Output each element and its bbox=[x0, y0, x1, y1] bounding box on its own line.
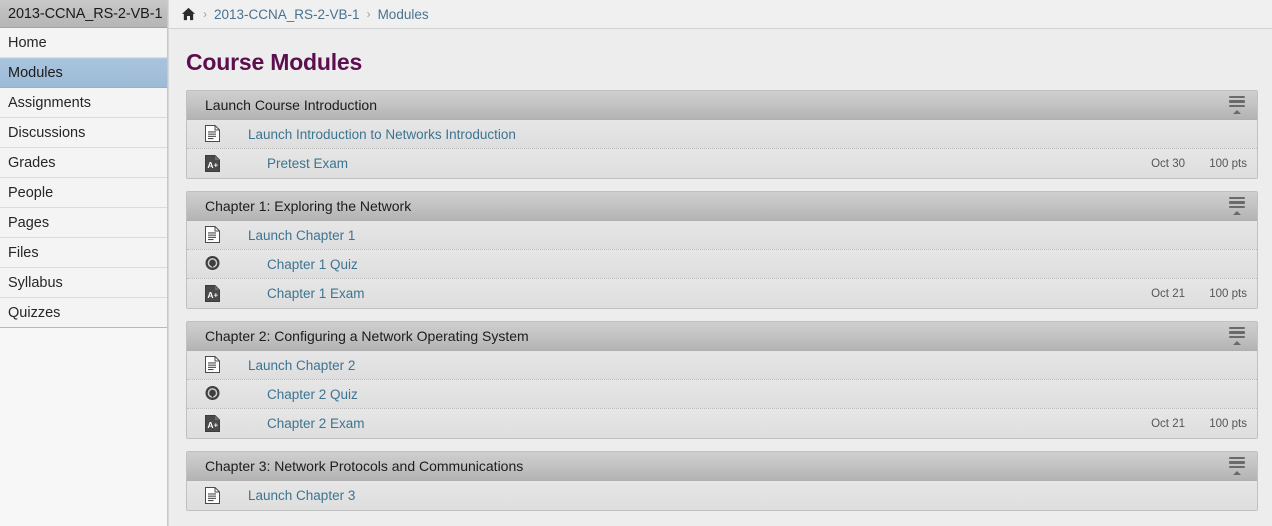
sidebar-item-modules[interactable]: Modules bbox=[0, 58, 167, 88]
sidebar-item-home[interactable]: Home bbox=[0, 28, 167, 58]
module-title: Chapter 2: Configuring a Network Operati… bbox=[205, 328, 529, 344]
sidebar-item-syllabus[interactable]: Syllabus bbox=[0, 268, 167, 298]
assignment-icon: A + bbox=[205, 414, 221, 433]
content-area: Course Modules Launch Course Introductio… bbox=[169, 29, 1272, 526]
module-item-points: 100 pts bbox=[1209, 287, 1247, 300]
module-item-points: 100 pts bbox=[1209, 417, 1247, 430]
module-item-points: 100 pts bbox=[1209, 157, 1247, 170]
svg-text:+: + bbox=[214, 160, 219, 169]
module-item[interactable]: A + Chapter 1 Exam Oct 21 100 pts bbox=[187, 279, 1257, 308]
collapse-module-icon[interactable] bbox=[1227, 95, 1247, 115]
module-item-link[interactable]: Launch Chapter 2 bbox=[248, 358, 355, 373]
module-item-link[interactable]: Chapter 2 Exam bbox=[267, 416, 365, 431]
sidebar-item-label: Discussions bbox=[8, 124, 86, 141]
svg-text:+: + bbox=[214, 420, 219, 429]
quiz-icon bbox=[205, 255, 221, 273]
module-title: Chapter 3: Network Protocols and Communi… bbox=[205, 458, 524, 474]
module-item[interactable]: Launch Chapter 1 bbox=[187, 221, 1257, 250]
course-modules-page: 2013-CCNA_RS-2-VB-1 Home Modules Assignmen… bbox=[0, 0, 1272, 526]
module-item-due-date: Oct 30 bbox=[1151, 157, 1185, 170]
svg-text:+: + bbox=[214, 290, 219, 299]
breadcrumb-separator-2: › bbox=[366, 7, 371, 21]
course-title: 2013-CCNA_RS-2-VB-1 bbox=[0, 0, 167, 28]
module-item-link[interactable]: Pretest Exam bbox=[267, 156, 348, 171]
module-header[interactable]: Chapter 3: Network Protocols and Communi… bbox=[187, 452, 1257, 481]
module-title: Launch Course Introduction bbox=[205, 97, 377, 113]
module-item-link[interactable]: Chapter 1 Exam bbox=[267, 286, 365, 301]
module-header[interactable]: Launch Course Introduction bbox=[187, 91, 1257, 120]
module: Launch Course Introduction Launch Introdu… bbox=[186, 90, 1258, 179]
collapse-module-icon[interactable] bbox=[1227, 456, 1247, 476]
page-icon bbox=[205, 486, 221, 505]
module-item-due-date: Oct 21 bbox=[1151, 287, 1185, 300]
sidebar-item-grades[interactable]: Grades bbox=[0, 148, 167, 178]
main-content: › 2013-CCNA_RS-2-VB-1 › Modules Course M… bbox=[168, 0, 1272, 526]
module-item-link[interactable]: Launch Introduction to Networks Introduc… bbox=[248, 127, 516, 142]
sidebar-item-label: People bbox=[8, 184, 54, 201]
module-item-link[interactable]: Launch Chapter 1 bbox=[248, 228, 355, 243]
sidebar-item-people[interactable]: People bbox=[0, 178, 167, 208]
sidebar-item-assignments[interactable]: Assignments bbox=[0, 88, 167, 118]
sidebar-item-label: Grades bbox=[8, 154, 56, 171]
sidebar-item-label: Pages bbox=[8, 214, 50, 231]
sidebar-item-pages[interactable]: Pages bbox=[0, 208, 167, 238]
module-items: Launch Chapter 1 Chapter 1 Quiz A + Chapter … bbox=[187, 221, 1257, 308]
page-title: Course Modules bbox=[186, 49, 363, 75]
module-items: Launch Chapter 3 bbox=[187, 481, 1257, 510]
module-item[interactable]: A + Chapter 2 Exam Oct 21 100 pts bbox=[187, 409, 1257, 438]
module-items: Launch Introduction to Networks Introduc… bbox=[187, 120, 1257, 178]
assignment-icon: A + bbox=[205, 284, 221, 303]
breadcrumb: › 2013-CCNA_RS-2-VB-1 › Modules bbox=[169, 0, 1272, 29]
module-item-link[interactable]: Chapter 2 Quiz bbox=[267, 387, 358, 402]
module-item-link[interactable]: Chapter 1 Quiz bbox=[267, 257, 358, 272]
module: Chapter 1: Exploring the Network Launch C… bbox=[186, 191, 1258, 309]
breadcrumb-item-modules[interactable]: Modules bbox=[378, 7, 429, 22]
module: Chapter 3: Network Protocols and Communi… bbox=[186, 451, 1258, 511]
sidebar-item-label: Files bbox=[8, 244, 39, 261]
module-item-link[interactable]: Launch Chapter 3 bbox=[248, 488, 355, 503]
course-nav-list: Home Modules Assignments Discussions Grades P… bbox=[0, 28, 167, 328]
module-item[interactable]: Launch Chapter 2 bbox=[187, 351, 1257, 380]
assignment-icon: A + bbox=[205, 154, 221, 173]
sidebar-item-label: Home bbox=[8, 34, 47, 51]
page-icon bbox=[205, 356, 221, 374]
module-header[interactable]: Chapter 1: Exploring the Network bbox=[187, 192, 1257, 221]
module-title: Chapter 1: Exploring the Network bbox=[205, 198, 412, 214]
sidebar-item-discussions[interactable]: Discussions bbox=[0, 118, 167, 148]
module-item[interactable]: Chapter 2 Quiz bbox=[187, 380, 1257, 409]
course-sidebar: 2013-CCNA_RS-2-VB-1 Home Modules Assignmen… bbox=[0, 0, 168, 526]
module-item[interactable]: Launch Introduction to Networks Introduc… bbox=[187, 120, 1257, 149]
breadcrumb-separator-1: › bbox=[203, 7, 207, 21]
module-item-due-date: Oct 21 bbox=[1151, 417, 1185, 430]
page-icon bbox=[205, 226, 221, 244]
module-item[interactable]: Launch Chapter 3 bbox=[187, 481, 1257, 510]
collapse-module-icon[interactable] bbox=[1227, 326, 1247, 346]
modules-list: Launch Course Introduction Launch Introdu… bbox=[186, 90, 1258, 511]
sidebar-item-label: Assignments bbox=[8, 94, 92, 111]
module-item[interactable]: Chapter 1 Quiz bbox=[187, 250, 1257, 279]
page-icon bbox=[205, 125, 221, 143]
sidebar-item-files[interactable]: Files bbox=[0, 238, 167, 268]
sidebar-item-label: Modules bbox=[8, 65, 63, 81]
module-item[interactable]: A + Pretest Exam Oct 30 100 pts bbox=[187, 149, 1257, 178]
home-icon[interactable] bbox=[181, 7, 196, 21]
module: Chapter 2: Configuring a Network Operati… bbox=[186, 321, 1258, 439]
sidebar-item-quizzes[interactable]: Quizzes bbox=[0, 298, 167, 328]
module-header[interactable]: Chapter 2: Configuring a Network Operati… bbox=[187, 322, 1257, 351]
collapse-module-icon[interactable] bbox=[1227, 196, 1247, 216]
sidebar-empty-area bbox=[0, 328, 167, 526]
sidebar-item-label: Quizzes bbox=[8, 304, 61, 321]
module-items: Launch Chapter 2 Chapter 2 Quiz A + Chapter … bbox=[187, 351, 1257, 438]
sidebar-item-label: Syllabus bbox=[8, 274, 63, 291]
breadcrumb-item-course[interactable]: 2013-CCNA_RS-2-VB-1 bbox=[214, 7, 360, 22]
quiz-icon bbox=[205, 385, 221, 403]
